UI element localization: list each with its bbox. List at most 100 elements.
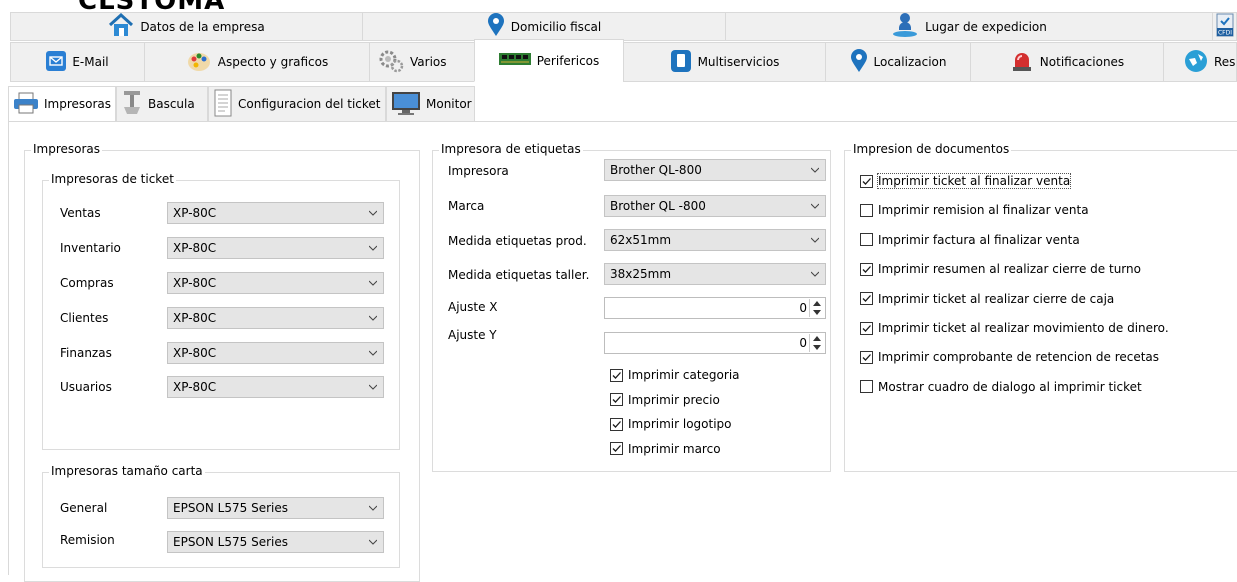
brand-select[interactable]: Brother QL -800 [604, 195, 826, 217]
tab-domicilio-fiscal[interactable]: Domicilio fiscal [362, 12, 726, 41]
checkbox-checked-icon[interactable] [610, 368, 623, 382]
checkbox-label: Imprimir ticket al finalizar venta [876, 173, 1072, 189]
tab-datos-empresa[interactable]: Datos de la empresa [10, 12, 363, 41]
palette-icon [186, 49, 212, 76]
usuarios-printer-select[interactable]: XP-80C [167, 376, 384, 398]
checkbox-empty-icon[interactable] [860, 233, 873, 247]
spin-up-icon[interactable] [810, 334, 824, 343]
tab-lugar-expedicion[interactable]: Lugar de expedicion [725, 12, 1213, 41]
imprimir-categoria-checkbox[interactable]: Imprimir categoria [610, 368, 740, 382]
imprimir-precio-checkbox[interactable]: Imprimir precio [610, 393, 720, 407]
group-title: Impresoras de ticket [49, 172, 176, 186]
group-impresion-documentos: Impresion de documentos [844, 142, 1237, 472]
spin-buttons[interactable] [809, 334, 824, 352]
select-value: Brother QL-800 [610, 163, 702, 177]
subtab-monitor[interactable]: Monitor [386, 86, 475, 122]
subtab-label: Monitor [426, 97, 472, 111]
spin-down-icon[interactable] [810, 308, 824, 317]
location-pin-icon [850, 48, 868, 76]
checkbox-label: Imprimir marco [628, 441, 721, 456]
checkbox-checked-icon[interactable] [610, 442, 623, 455]
checkbox-checked-icon[interactable] [610, 417, 623, 431]
tab-label: Datos de la empresa [140, 19, 265, 34]
workshop-label-size-select[interactable]: 38x25mm [604, 263, 826, 285]
inventario-printer-select[interactable]: XP-80C [167, 237, 384, 259]
product-label-size-select[interactable]: 62x51mm [604, 229, 826, 251]
ajuste-y-label: Ajuste Y [448, 328, 497, 342]
print-invoice-on-sale-checkbox[interactable]: Imprimir factura al finalizar venta [860, 233, 1080, 247]
spin-value: 0 [799, 336, 807, 350]
select-value: XP-80C [173, 380, 217, 394]
group-title: Impresoras [31, 142, 103, 156]
phone-icon [670, 49, 692, 76]
imprimir-marco-checkbox[interactable]: Imprimir marco [610, 442, 721, 456]
spin-up-icon[interactable] [810, 299, 824, 308]
chevron-down-icon [811, 203, 819, 209]
subtab-configuracion-ticket[interactable]: Configuracion del ticket [208, 86, 386, 122]
alarm-light-icon [1010, 49, 1034, 76]
subtab-label: Impresoras [44, 97, 112, 111]
tab-cfdi[interactable]: CFDI [1212, 12, 1237, 41]
ajuste-x-spinbox[interactable]: 0 [604, 297, 826, 319]
remision-printer-select[interactable]: EPSON L575 Series [167, 531, 384, 553]
impresora-label: Impresora [448, 164, 509, 178]
checkbox-label: Imprimir ticket al realizar movimiento d… [878, 321, 1169, 335]
select-value: 38x25mm [610, 267, 672, 281]
ventas-label: Ventas [60, 206, 101, 220]
tab-label: Lugar de expedicion [925, 19, 1047, 34]
print-ticket-on-sale-checkbox[interactable]: Imprimir ticket al finalizar venta [860, 173, 1072, 189]
checkbox-checked-icon[interactable] [860, 321, 873, 335]
tab-perifericos[interactable]: Perifericos [474, 39, 624, 82]
imprimir-logotipo-checkbox[interactable]: Imprimir logotipo [610, 417, 732, 431]
circuit-board-icon [498, 52, 531, 69]
label-printer-select[interactable]: Brother QL-800 [604, 159, 826, 181]
clientes-printer-select[interactable]: XP-80C [167, 307, 384, 329]
print-prescription-retention-checkbox[interactable]: Imprimir comprobante de retencion de rec… [860, 350, 1159, 364]
tab-notificaciones[interactable]: Notificaciones [970, 42, 1164, 82]
ventas-printer-select[interactable]: XP-80C [167, 202, 384, 224]
usuarios-label: Usuarios [60, 380, 112, 394]
spin-value: 0 [799, 301, 807, 315]
tab-aspecto-graficos[interactable]: Aspecto y graficos [144, 42, 370, 82]
compras-printer-select[interactable]: XP-80C [167, 272, 384, 294]
checkbox-empty-icon[interactable] [860, 203, 873, 217]
show-print-dialog-checkbox[interactable]: Mostrar cuadro de dialogo al imprimir ti… [860, 380, 1142, 394]
spin-buttons[interactable] [809, 299, 824, 317]
chevron-down-icon [369, 315, 377, 321]
checkbox-label: Imprimir logotipo [628, 417, 732, 431]
select-value: EPSON L575 Series [173, 501, 288, 515]
spin-down-icon[interactable] [810, 343, 824, 352]
tab-res[interactable]: Res [1163, 42, 1237, 82]
checkbox-checked-icon[interactable] [860, 350, 873, 364]
print-shift-summary-checkbox[interactable]: Imprimir resumen al realizar cierre de t… [860, 262, 1141, 276]
subtab-bascula[interactable]: Bascula [116, 86, 208, 122]
scale-icon [121, 90, 143, 119]
tab-email[interactable]: E-Mail [10, 42, 145, 82]
tab-multiservicios[interactable]: Multiservicios [623, 42, 826, 82]
subtab-impresoras[interactable]: Impresoras [8, 86, 116, 122]
svg-text:CFDI: CFDI [1217, 30, 1231, 37]
print-cash-close-ticket-checkbox[interactable]: Imprimir ticket al realizar cierre de ca… [860, 292, 1114, 306]
tab-label: Notificaciones [1039, 55, 1125, 69]
checkbox-label: Imprimir ticket al realizar cierre de ca… [878, 291, 1115, 306]
medida-prod-label: Medida etiquetas prod. [448, 234, 587, 248]
print-cash-movement-ticket-checkbox[interactable]: Imprimir ticket al realizar movimiento d… [860, 321, 1169, 335]
select-value: XP-80C [173, 311, 217, 325]
ajuste-x-label: Ajuste X [448, 300, 498, 314]
tab-label: Varios [410, 55, 447, 69]
checkbox-checked-icon[interactable] [860, 262, 873, 276]
tab-label: Res [1214, 55, 1236, 69]
tab-localizacion[interactable]: Localizacion [825, 42, 971, 82]
general-printer-select[interactable]: EPSON L575 Series [167, 497, 384, 519]
checkbox-checked-icon[interactable] [610, 393, 623, 406]
finanzas-printer-select[interactable]: XP-80C [167, 342, 384, 364]
monitor-icon [391, 90, 421, 119]
checkbox-empty-icon[interactable] [860, 380, 873, 394]
tab-varios[interactable]: Varios [369, 42, 475, 82]
print-remision-on-sale-checkbox[interactable]: Imprimir remision al finalizar venta [860, 203, 1089, 217]
checkbox-label: Imprimir factura al finalizar venta [878, 232, 1080, 247]
clientes-label: Clientes [60, 311, 109, 325]
checkbox-checked-icon[interactable] [860, 292, 873, 306]
ajuste-y-spinbox[interactable]: 0 [604, 332, 826, 354]
checkbox-checked-icon[interactable] [860, 174, 873, 188]
